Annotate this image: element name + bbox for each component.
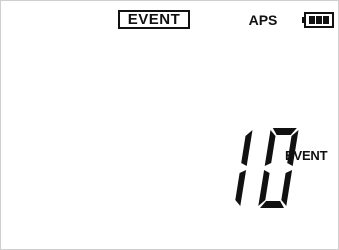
lcd-screen: EVENT APS EVENT [0, 0, 339, 250]
unit-label: EVENT [285, 148, 328, 163]
aps-indicator: APS [248, 12, 278, 28]
digit-segment-b [241, 130, 253, 166]
digit-segment-f [264, 130, 276, 166]
digit-segment-c [281, 170, 293, 206]
digit-segment-a [272, 128, 297, 135]
digit-segment-d [260, 201, 284, 208]
mode-badge: EVENT [118, 10, 190, 29]
digit-segment-e [258, 170, 270, 206]
status-bar: EVENT APS [1, 1, 339, 37]
main-reading [201, 123, 339, 213]
digit-segment-c [235, 170, 247, 206]
reading-digit [235, 130, 253, 206]
battery-full-icon [302, 11, 334, 29]
reading-digit [258, 128, 299, 208]
